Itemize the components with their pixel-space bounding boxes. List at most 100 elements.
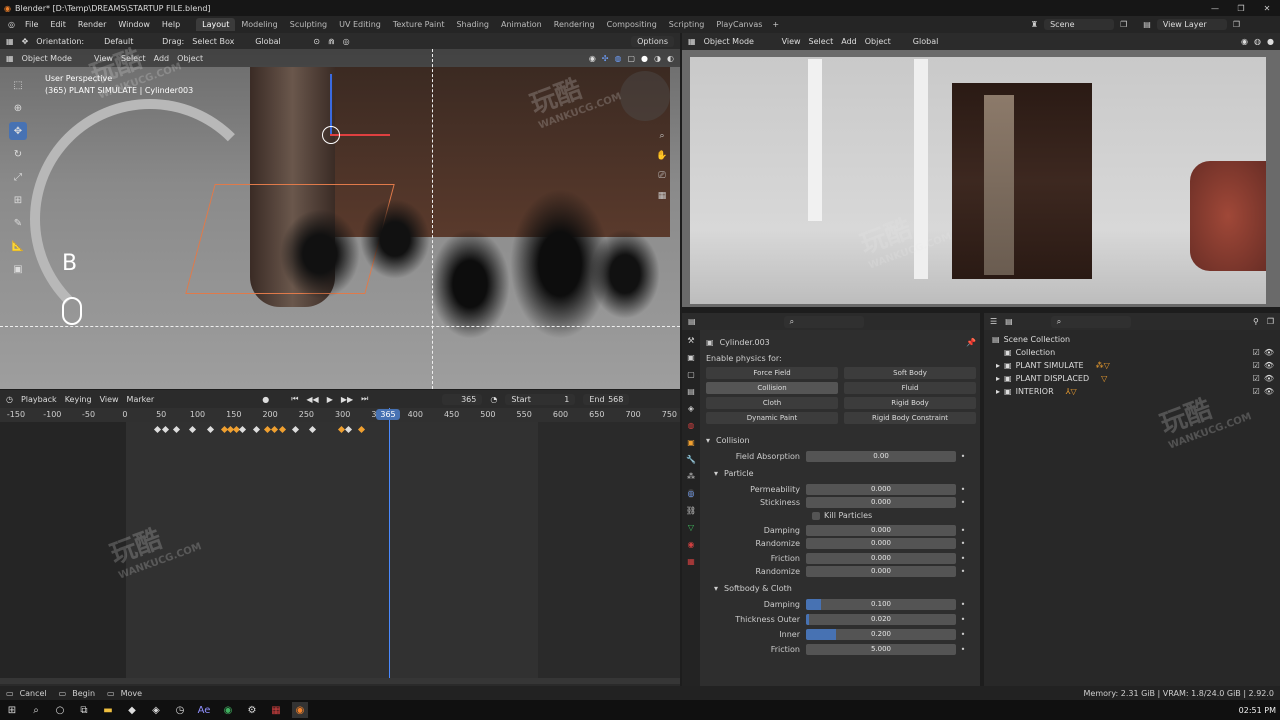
display-mode-icon[interactable]: ▤ xyxy=(1005,317,1013,326)
move-tool-icon[interactable]: ✥ xyxy=(22,37,29,46)
right-visibility-icon[interactable]: ◉ xyxy=(1241,37,1248,46)
tab-modeling[interactable]: Modeling xyxy=(235,18,283,31)
sb-friction-field[interactable]: 5.000 xyxy=(806,644,956,655)
new-scene-icon[interactable]: ❐ xyxy=(1120,20,1127,29)
start-frame-field[interactable]: Start 1 xyxy=(505,393,576,405)
cortana-icon[interactable]: ○ xyxy=(52,702,68,718)
eye-icon[interactable]: 👁 xyxy=(1264,387,1274,396)
annotate-tool-icon[interactable]: ✎ xyxy=(9,214,27,232)
keyframe-dot-icon[interactable]: • xyxy=(956,452,970,461)
task-view-icon[interactable]: ⧉ xyxy=(76,702,92,718)
object-menu[interactable]: Object xyxy=(177,54,203,63)
pivot-icon[interactable]: ⊙ xyxy=(313,37,320,46)
transform-orientation-dropdown[interactable]: Global xyxy=(255,37,305,46)
material-shading-icon[interactable]: ◑ xyxy=(654,54,661,63)
cloth-button[interactable]: Cloth xyxy=(706,397,838,409)
field-absorption-field[interactable]: 0.00 xyxy=(806,451,956,462)
checkbox-icon[interactable]: ☑ xyxy=(1253,348,1260,357)
damping-field[interactable]: 0.000 xyxy=(806,525,956,536)
keyframe-dot-icon[interactable]: • xyxy=(956,630,970,639)
rotate-tool-icon[interactable]: ↻ xyxy=(9,145,27,163)
after-effects-icon[interactable]: Ae xyxy=(196,702,212,718)
timeline-view-menu[interactable]: View xyxy=(100,395,119,404)
keyframe-marker[interactable] xyxy=(188,425,197,434)
right-add-menu[interactable]: Add xyxy=(841,37,857,46)
visibility-icon[interactable]: ◉ xyxy=(589,54,596,63)
playhead-label[interactable]: 365 xyxy=(376,409,400,420)
timeline-editor-icon[interactable]: ◷ xyxy=(6,395,13,404)
zoom-icon[interactable]: ⌕ xyxy=(655,129,669,143)
playback-menu[interactable]: Playback xyxy=(21,395,57,404)
viewport-3d-right[interactable]: ▦ Object Mode View Select Add Object Glo… xyxy=(682,33,1280,307)
tab-playcanvas[interactable]: PlayCanvas xyxy=(710,18,768,31)
right-transform-dropdown[interactable]: Global xyxy=(913,37,939,46)
drag-dropdown[interactable]: Select Box xyxy=(192,37,247,46)
softbody-expand-icon[interactable]: ▾ xyxy=(714,584,718,593)
keyframe-marker[interactable] xyxy=(308,425,317,434)
inner-field[interactable]: 0.200 xyxy=(806,629,956,640)
menu-help[interactable]: Help xyxy=(156,20,186,29)
texture-tab-icon[interactable]: ▦ xyxy=(687,557,695,566)
friction-field[interactable]: 0.000 xyxy=(806,553,956,564)
keyframe-dot-icon[interactable]: • xyxy=(956,526,970,535)
expand-icon[interactable]: ▸ xyxy=(996,374,1000,383)
view-layer-tab-icon[interactable]: ▤ xyxy=(687,387,695,396)
keyframe-marker[interactable] xyxy=(206,425,215,434)
view-layer-selector[interactable]: View Layer xyxy=(1156,19,1227,30)
current-frame-field[interactable]: 365 xyxy=(442,393,483,405)
jump-end-icon[interactable]: ⏭ xyxy=(361,394,368,404)
view-menu[interactable]: View xyxy=(94,54,113,63)
eye-icon[interactable]: 👁 xyxy=(1264,374,1274,383)
thickness-outer-field[interactable]: 0.020 xyxy=(806,614,956,625)
menu-edit[interactable]: Edit xyxy=(44,20,72,29)
modifier-tab-icon[interactable]: 🔧 xyxy=(686,455,696,464)
new-collection-icon[interactable]: ❐ xyxy=(1267,317,1274,326)
randomize-field[interactable]: 0.000 xyxy=(806,538,956,549)
restore-icon[interactable]: ❐ xyxy=(1228,4,1254,13)
pin-icon[interactable]: 📌 xyxy=(966,338,976,347)
file-explorer-icon[interactable]: ▬ xyxy=(100,702,116,718)
keyframe-dot-icon[interactable]: • xyxy=(956,539,970,548)
stickiness-field[interactable]: 0.000 xyxy=(806,497,956,508)
minimize-icon[interactable]: — xyxy=(1202,4,1228,13)
frame-ruler[interactable]: -150-100-5005010015020025030035040045050… xyxy=(0,408,680,422)
blender-menu-icon[interactable]: ◎ xyxy=(4,20,19,29)
expand-icon[interactable]: ▸ xyxy=(996,361,1000,370)
physics-tab-icon[interactable]: ◎ xyxy=(687,489,695,498)
unity-icon[interactable]: ◆ xyxy=(124,702,140,718)
keyframe-dot-icon[interactable]: • xyxy=(956,600,970,609)
checkbox-icon[interactable]: ☑ xyxy=(1253,374,1260,383)
xray-icon[interactable]: ▢ xyxy=(627,54,635,63)
tool-tab-icon[interactable]: ⚒ xyxy=(687,336,694,345)
keyframe-marker[interactable] xyxy=(291,425,300,434)
keyframe-row[interactable] xyxy=(0,425,680,434)
outliner-row-plant-displaced[interactable]: ▸ ▣ PLANT DISPLACED ▽ ☑ 👁 xyxy=(992,372,1274,385)
tab-shading[interactable]: Shading xyxy=(450,18,495,31)
transform-tool-icon[interactable]: ⊞ xyxy=(9,191,27,209)
rigid-body-constraint-button[interactable]: Rigid Body Constraint xyxy=(844,412,976,424)
output-tab-icon[interactable]: ▢ xyxy=(687,370,695,379)
right-select-menu[interactable]: Select xyxy=(809,37,834,46)
navigation-gizmo[interactable] xyxy=(620,71,670,121)
keyframe-marker[interactable] xyxy=(153,425,162,434)
world-tab-icon[interactable]: ◍ xyxy=(688,421,695,430)
timeline-scrollbar[interactable] xyxy=(0,678,680,684)
next-key-icon[interactable]: ▶▶ xyxy=(341,395,353,404)
blender-taskbar-icon[interactable]: ◉ xyxy=(292,702,308,718)
tab-texture-paint[interactable]: Texture Paint xyxy=(387,18,451,31)
grid-view-icon[interactable]: ▦ xyxy=(655,189,669,203)
outliner-row-interior[interactable]: ▸ ▣ INTERIOR ⅄▽ ☑ 👁 xyxy=(992,385,1274,398)
settings-icon[interactable]: ⚙ xyxy=(244,702,260,718)
keyframe-marker[interactable] xyxy=(172,425,181,434)
menu-render[interactable]: Render xyxy=(72,20,112,29)
keyframe-marker[interactable] xyxy=(270,425,279,434)
playhead-line[interactable] xyxy=(389,408,390,678)
outliner-editor-icon[interactable]: ☰ xyxy=(990,317,997,326)
options-dropdown[interactable]: Options xyxy=(631,35,674,47)
marker-menu[interactable]: Marker xyxy=(127,395,155,404)
prev-key-icon[interactable]: ◀◀ xyxy=(306,395,318,404)
scene-tab-icon[interactable]: ◈ xyxy=(688,404,694,413)
constraints-tab-icon[interactable]: ⛓ xyxy=(686,506,696,515)
proportional-icon[interactable]: ◎ xyxy=(343,37,350,46)
clock-app-icon[interactable]: ◷ xyxy=(172,702,188,718)
